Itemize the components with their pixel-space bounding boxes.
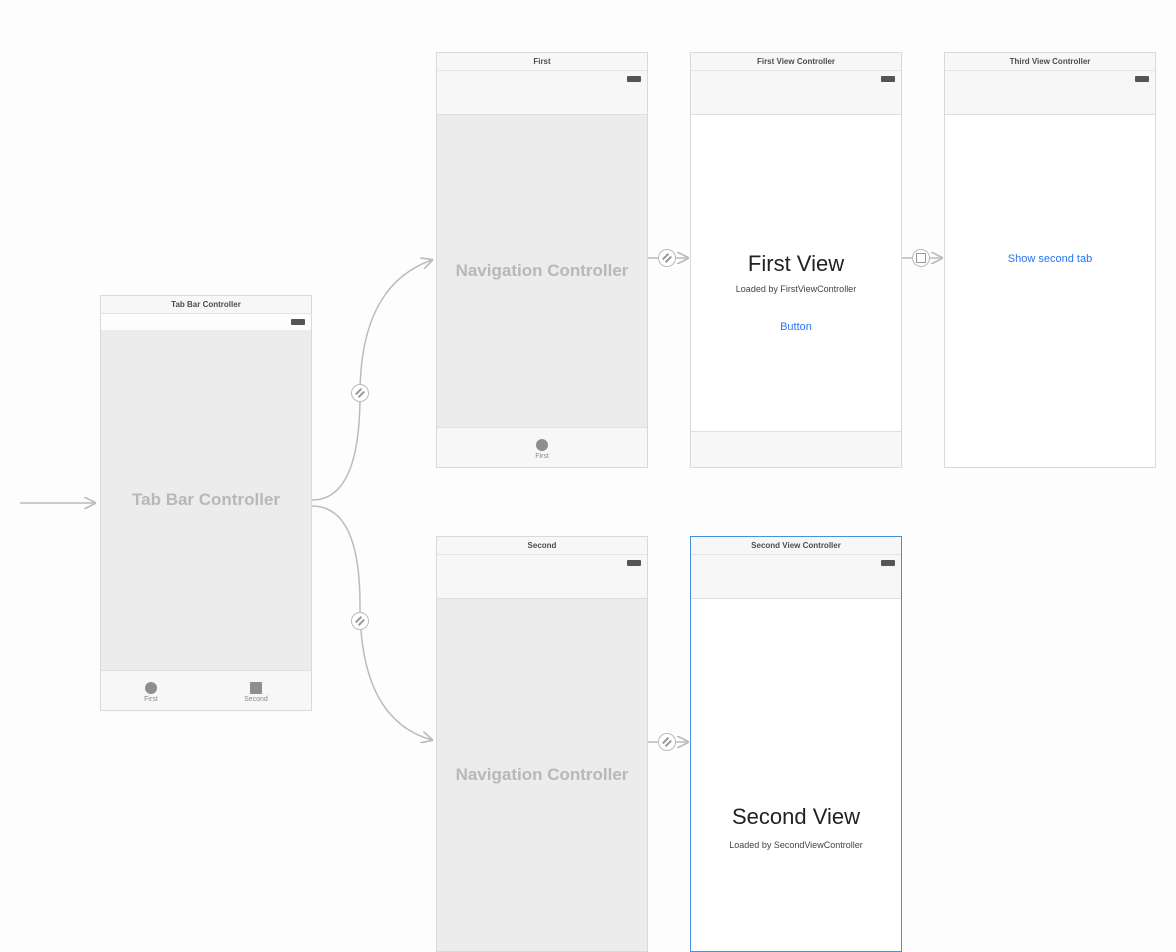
scene-body: First View Loaded by FirstViewController… — [691, 115, 901, 431]
circle-icon — [145, 682, 157, 694]
navigation-bar — [945, 87, 1155, 115]
circle-icon — [536, 439, 548, 451]
nav-controller-first-scene[interactable]: First Navigation Controller First — [436, 52, 648, 468]
status-bar — [437, 555, 647, 571]
scene-body: Navigation Controller — [437, 599, 647, 951]
root-segue-icon[interactable] — [658, 733, 676, 751]
navigation-bar — [437, 87, 647, 115]
scene-body: Tab Bar Controller — [101, 330, 311, 670]
tab-bar: First Second — [101, 670, 311, 710]
tab-bar — [691, 431, 901, 467]
scene-body: Show second tab — [945, 115, 1155, 467]
tab-item-first[interactable]: First — [535, 439, 549, 460]
navigation-bar — [437, 571, 647, 599]
battery-icon — [881, 76, 895, 82]
view-subtitle: Loaded by FirstViewController — [736, 284, 856, 294]
tab-label: Second — [244, 696, 268, 703]
status-bar — [691, 555, 901, 571]
battery-icon — [1135, 76, 1149, 82]
status-bar — [437, 71, 647, 87]
scene-header: Second — [437, 537, 647, 555]
view-title: Second View — [732, 804, 860, 830]
scene-header: First View Controller — [691, 53, 901, 71]
battery-icon — [627, 560, 641, 566]
tab-bar-controller-scene[interactable]: Tab Bar Controller Tab Bar Controller Fi… — [100, 295, 312, 711]
battery-icon — [291, 319, 305, 325]
scene-header: Tab Bar Controller — [101, 296, 311, 314]
scene-header: Second View Controller — [691, 537, 901, 555]
view-title: First View — [748, 251, 844, 277]
first-view-controller-scene[interactable]: First View Controller First View Loaded … — [690, 52, 902, 468]
status-bar — [691, 71, 901, 87]
tab-label: First — [144, 696, 158, 703]
root-segue-icon[interactable] — [658, 249, 676, 267]
tab-item-first[interactable]: First — [144, 682, 158, 703]
show-segue-icon[interactable] — [912, 249, 930, 267]
third-view-controller-scene[interactable]: Third View Controller Show second tab — [944, 52, 1156, 468]
controller-title: Navigation Controller — [456, 261, 629, 281]
controller-title: Tab Bar Controller — [132, 490, 280, 510]
battery-icon — [881, 560, 895, 566]
controller-title: Navigation Controller — [456, 765, 629, 785]
scene-header: First — [437, 53, 647, 71]
scene-header: Third View Controller — [945, 53, 1155, 71]
relationship-segue-icon[interactable] — [351, 384, 369, 402]
scene-body: Navigation Controller — [437, 115, 647, 427]
tab-label: First — [535, 453, 549, 460]
view-subtitle: Loaded by SecondViewController — [729, 840, 862, 850]
navigation-bar — [691, 571, 901, 599]
square-icon — [250, 682, 262, 694]
relationship-segue-icon[interactable] — [351, 612, 369, 630]
battery-icon — [627, 76, 641, 82]
status-bar — [101, 314, 311, 330]
scene-body: Second View Loaded by SecondViewControll… — [691, 599, 901, 951]
status-bar — [945, 71, 1155, 87]
button[interactable]: Button — [780, 321, 812, 333]
second-view-controller-scene[interactable]: Second View Controller Second View Loade… — [690, 536, 902, 952]
navigation-bar — [691, 87, 901, 115]
show-second-tab-link[interactable]: Show second tab — [1008, 253, 1092, 265]
tab-bar: First — [437, 427, 647, 467]
nav-controller-second-scene[interactable]: Second Navigation Controller — [436, 536, 648, 952]
tab-item-second[interactable]: Second — [244, 682, 268, 703]
